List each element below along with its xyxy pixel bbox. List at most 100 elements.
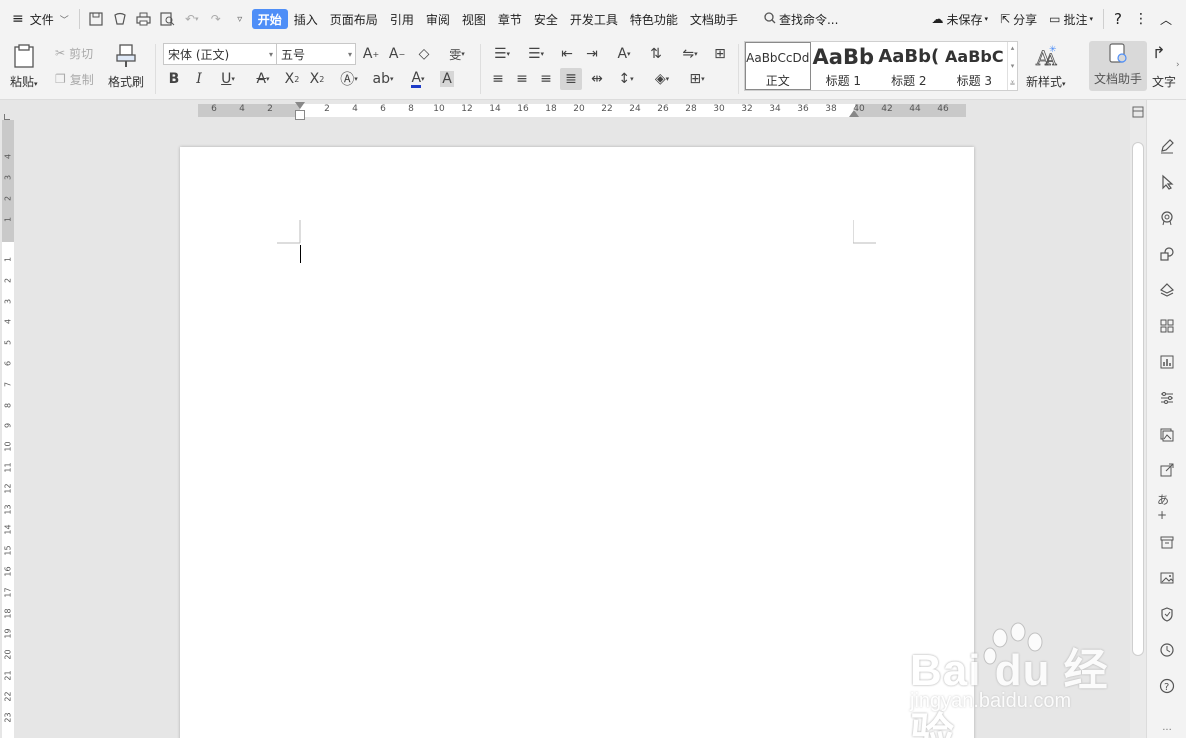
badge-icon[interactable] xyxy=(1157,208,1177,228)
first-line-indent-marker[interactable] xyxy=(295,102,305,109)
print-icon[interactable] xyxy=(132,7,156,31)
vertical-ruler[interactable]: 4 3 2 1 1 2 3 4 5 6 7 8 9 10 11 12 13 14 15 16 17 18 19 20 21 22 2… xyxy=(0,120,15,738)
tab-home[interactable]: 开始 xyxy=(251,9,288,29)
comment-button[interactable]: ▭ 批注 ▾ xyxy=(1043,7,1099,31)
apps-grid-icon[interactable] xyxy=(1157,316,1177,336)
tab-page-layout[interactable]: 页面布局 xyxy=(324,7,384,31)
customize-chevron-icon[interactable]: ▿ xyxy=(228,7,252,31)
font-size-select[interactable]: 五号 ▾ xyxy=(276,43,356,65)
font-color-icon[interactable]: A ▾ xyxy=(403,68,433,90)
style-gallery-scroller[interactable]: ▴ ▾ ≚ xyxy=(1007,42,1017,90)
redo-icon[interactable]: ↷ xyxy=(204,7,228,31)
tab-doc-assistant[interactable]: 文档助手 xyxy=(684,7,744,31)
underline-icon[interactable]: U ▾ xyxy=(213,68,243,90)
line-spacing-icon[interactable]: ↕ ▾ xyxy=(611,68,641,90)
phonetic-guide-icon[interactable]: 雯 ▾ xyxy=(442,43,472,65)
ruler-tick-label: 15 xyxy=(3,545,13,556)
pen-icon[interactable] xyxy=(1157,136,1177,156)
help-button[interactable]: ? xyxy=(1108,7,1128,31)
decrease-indent-icon[interactable]: ⇤ xyxy=(556,43,578,65)
increase-indent-icon[interactable]: ⇥ xyxy=(581,43,603,65)
translate-icon[interactable]: あ+ xyxy=(1157,493,1177,522)
scrollbar-thumb[interactable] xyxy=(1132,142,1144,656)
bold-icon[interactable]: B xyxy=(163,68,185,90)
ribbon-scroll-icon[interactable]: › xyxy=(1176,60,1180,70)
split-view-icon[interactable] xyxy=(1132,106,1144,118)
chart-icon[interactable] xyxy=(1157,352,1177,372)
tab-section[interactable]: 章节 xyxy=(492,7,528,31)
style-normal[interactable]: AaBbCcDd 正文 xyxy=(745,42,811,90)
undo-icon[interactable]: ↶ ▾ xyxy=(180,7,204,31)
left-indent-marker[interactable] xyxy=(295,110,305,120)
strikethrough-icon[interactable]: A ▾ xyxy=(248,68,278,90)
superscript-icon[interactable]: X2 xyxy=(281,68,303,90)
border-icon[interactable]: ⊞ ▾ xyxy=(682,68,712,90)
output-icon[interactable] xyxy=(108,7,132,31)
align-left-icon[interactable]: ≡ xyxy=(487,68,509,90)
tab-insert[interactable]: 插入 xyxy=(288,7,324,31)
justify-icon[interactable]: ≣ xyxy=(560,68,582,90)
text-direction-icon[interactable]: A ▾ xyxy=(609,43,639,65)
horizontal-ruler[interactable]: 6 4 2 2 4 6 8 10 12 14 16 18 20 22 24 26 28 30 32 34 36 38 40 4… xyxy=(0,100,1130,120)
font-name-select[interactable]: 宋体 (正文) ▾ xyxy=(163,43,277,65)
doc-assistant-button[interactable]: 文档助手 xyxy=(1089,41,1147,91)
save-icon[interactable] xyxy=(84,7,108,31)
chevron-down-icon: ▾ xyxy=(1089,15,1094,23)
image-gallery-icon[interactable] xyxy=(1157,424,1177,444)
sliders-icon[interactable] xyxy=(1157,388,1177,408)
style-heading-2[interactable]: AaBb( 标题 2 xyxy=(876,42,942,90)
tab-view[interactable]: 视图 xyxy=(456,7,492,31)
tab-developer[interactable]: 开发工具 xyxy=(564,7,624,31)
command-search[interactable]: 查找命令... xyxy=(758,7,844,31)
numbered-list-icon[interactable]: ☰ ▾ xyxy=(521,43,551,65)
cut-button[interactable]: ✂ 剪切 xyxy=(55,42,93,64)
more-icon[interactable]: ··· xyxy=(1157,720,1177,738)
shield-icon[interactable] xyxy=(1157,604,1177,624)
help-icon[interactable]: ? xyxy=(1157,676,1177,696)
format-painter-button[interactable]: 格式刷 xyxy=(108,43,144,90)
style-heading-1[interactable]: AaBb 标题 1 xyxy=(811,42,877,90)
bullet-list-icon[interactable]: ☰ ▾ xyxy=(487,43,517,65)
more-options-icon[interactable]: ⋮ xyxy=(1128,7,1154,31)
ruler-tick-label: 3 xyxy=(3,298,13,304)
right-indent-marker[interactable] xyxy=(849,110,859,117)
tab-review[interactable]: 审阅 xyxy=(420,7,456,31)
picture-icon[interactable] xyxy=(1157,568,1177,588)
align-center-icon[interactable]: ≡ xyxy=(511,68,533,90)
tab-references[interactable]: 引用 xyxy=(384,7,420,31)
share-export-icon[interactable] xyxy=(1157,460,1177,480)
collapse-ribbon-icon[interactable]: ︿ xyxy=(1154,7,1186,31)
archive-icon[interactable] xyxy=(1157,532,1177,552)
select-cursor-icon[interactable] xyxy=(1157,172,1177,192)
layers-icon[interactable] xyxy=(1157,280,1177,300)
subscript-icon[interactable]: X2 xyxy=(306,68,328,90)
print-preview-icon[interactable] xyxy=(156,7,180,31)
style-heading-3[interactable]: AaBbC 标题 3 xyxy=(942,42,1008,90)
shapes-icon[interactable] xyxy=(1157,244,1177,264)
copy-button[interactable]: ❐ 复制 xyxy=(55,68,94,90)
new-style-button[interactable]: A A ✳ 新样式▾ xyxy=(1026,43,1066,90)
distributed-icon[interactable]: ⇹ xyxy=(586,68,608,90)
italic-icon[interactable]: I xyxy=(188,68,210,90)
tab-features[interactable]: 特色功能 xyxy=(624,7,684,31)
text-tool-button[interactable]: ↱ 文字 xyxy=(1152,43,1186,90)
decrease-font-icon[interactable]: A − xyxy=(386,43,408,65)
align-right-icon[interactable]: ≡ xyxy=(535,68,557,90)
text-effect-icon[interactable]: Ⓐ ▾ xyxy=(334,68,364,90)
shading-icon[interactable]: ◈ ▾ xyxy=(647,68,677,90)
highlight-icon[interactable]: ab ▾ xyxy=(368,68,398,90)
paragraph-marks-icon[interactable]: ⇋ ▾ xyxy=(675,43,705,65)
file-menu[interactable]: ≡ 文件 ﹀ xyxy=(0,7,75,31)
history-icon[interactable] xyxy=(1157,640,1177,660)
unsaved-status[interactable]: ☁ 未保存 ▾ xyxy=(926,7,995,31)
tab-security[interactable]: 安全 xyxy=(528,7,564,31)
character-shading-icon[interactable]: A xyxy=(436,68,458,90)
table-layout-icon[interactable]: ⊞ xyxy=(709,43,731,65)
share-button[interactable]: ⇱ 分享 xyxy=(994,7,1043,31)
paste-button[interactable]: 粘贴▾ xyxy=(10,43,38,90)
chevron-down-icon: ▾ xyxy=(268,49,273,59)
clear-format-icon[interactable]: ◇ xyxy=(413,43,435,65)
increase-font-icon[interactable]: A + xyxy=(360,43,382,65)
document-page[interactable] xyxy=(180,147,974,738)
sort-icon[interactable]: ⇅ xyxy=(645,43,667,65)
